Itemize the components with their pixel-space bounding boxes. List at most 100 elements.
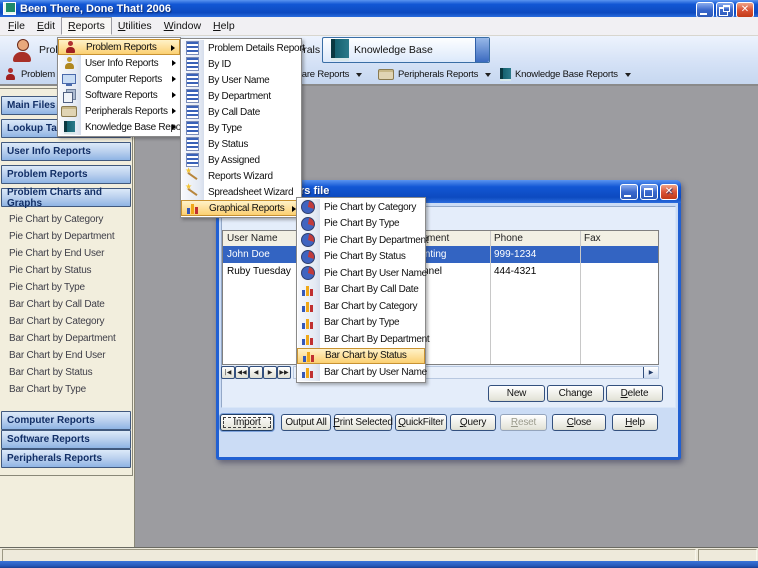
status-bar (0, 547, 758, 561)
nav-fast-forward-button[interactable]: ▶▶ (277, 366, 291, 379)
menu-item-pie-chart-by-department[interactable]: Pie Chart By Department (297, 232, 425, 249)
reset-button[interactable]: Reset (500, 414, 547, 431)
menu-reports[interactable]: Reports (61, 17, 112, 35)
chevron-down-icon (356, 73, 362, 77)
sidebar-section-peripherals-reports[interactable]: Peripherals Reports (1, 449, 131, 468)
menu-item-by-status[interactable]: By Status (181, 136, 301, 152)
sidebar-section-user-info-reports[interactable]: User Info Reports (1, 142, 131, 161)
nav-forward-button[interactable]: ▶ (263, 366, 277, 379)
sidebar-item-pie-chart-by-type[interactable]: Pie Chart by Type (9, 279, 129, 296)
column-header-user-name[interactable]: User Name (223, 231, 302, 246)
users-table[interactable]: User Name Department Phone Fax John Doe … (222, 230, 659, 365)
toolbar-knowledge-base-reports-dropdown[interactable]: Knowledge Base Reports (496, 65, 635, 84)
menu-item-bar-chart-by-category[interactable]: Bar Chart by Category (297, 298, 425, 315)
menu-item-spreadsheet-wizard[interactable]: Spreadsheet Wizard (181, 184, 301, 200)
menu-item-bar-chart-by-department[interactable]: Bar Chart By Department (297, 331, 425, 348)
menu-item-pie-chart-by-user-name[interactable]: Pie Chart By User Name (297, 265, 425, 282)
column-header-phone[interactable]: Phone (490, 231, 584, 246)
menu-item-pie-chart-by-type[interactable]: Pie Chart By Type (297, 216, 425, 233)
menu-item-user-info-reports[interactable]: User Info Reports (58, 55, 180, 71)
menu-item-computer-reports[interactable]: Computer Reports (58, 71, 180, 87)
sidebar-item-bar-chart-by-call-date[interactable]: Bar Chart by Call Date (9, 296, 129, 313)
taskbar-edge (0, 561, 758, 568)
menu-item-by-id[interactable]: By ID (181, 56, 301, 72)
restore-button[interactable] (716, 2, 734, 18)
dialog-title: rs file (300, 185, 329, 197)
menu-item-bar-chart-by-call-date[interactable]: Bar Chart By Call Date (297, 282, 425, 299)
close-button[interactable]: ✕ (736, 2, 754, 18)
print-selected-button[interactable]: Print Selected (334, 414, 392, 431)
dialog-maximize-button[interactable] (640, 184, 658, 200)
sidebar-section-computer-reports[interactable]: Computer Reports (1, 411, 131, 430)
book-icon (331, 39, 349, 61)
menu-item-by-call-date[interactable]: By Call Date (181, 104, 301, 120)
sidebar-item-bar-chart-by-type[interactable]: Bar Chart by Type (9, 381, 129, 398)
scroll-right-arrow[interactable]: ▶ (643, 367, 658, 378)
menu-item-by-user-name[interactable]: By User Name (181, 72, 301, 88)
sidebar: Main Files Lookup Tables User Info Repor… (0, 86, 135, 547)
nav-first-button[interactable]: |◀ (221, 366, 235, 379)
delete-button[interactable]: Delete (606, 385, 663, 402)
sidebar-item-pie-chart-by-department[interactable]: Pie Chart by Department (9, 228, 129, 245)
menu-item-pie-chart-by-category[interactable]: Pie Chart by Category (297, 199, 425, 216)
menu-item-graphical-reports[interactable]: Graphical Reports (181, 200, 301, 216)
sidebar-item-bar-chart-by-status[interactable]: Bar Chart by Status (9, 364, 129, 381)
app-icon (3, 2, 16, 15)
menu-file[interactable]: File (2, 17, 31, 35)
sidebar-item-pie-chart-by-status[interactable]: Pie Chart by Status (9, 262, 129, 279)
menu-item-software-reports[interactable]: Software Reports (58, 87, 180, 103)
report-icon (186, 73, 199, 87)
sidebar-section-software-reports[interactable]: Software Reports (1, 430, 131, 449)
sidebar-item-bar-chart-by-end-user[interactable]: Bar Chart by End User (9, 347, 129, 364)
pie-chart-icon (301, 233, 315, 247)
computer-icon (62, 73, 76, 86)
nav-fast-back-button[interactable]: ◀◀ (235, 366, 249, 379)
menu-help[interactable]: Help (207, 17, 241, 35)
sidebar-item-pie-chart-by-end-user[interactable]: Pie Chart by End User (9, 245, 129, 262)
person-icon (4, 68, 17, 81)
menu-item-by-assigned[interactable]: By Assigned (181, 152, 301, 168)
menu-item-bar-chart-by-user-name[interactable]: Bar Chart by User Name (297, 364, 425, 381)
menu-item-bar-chart-by-type[interactable]: Bar Chart by Type (297, 315, 425, 332)
sidebar-section-problem-reports[interactable]: Problem Reports (1, 165, 131, 184)
menu-window[interactable]: Window (158, 17, 207, 35)
new-button[interactable]: New (488, 385, 545, 402)
table-row-selected[interactable]: John Doe Accounting 999-1234 (223, 246, 658, 263)
sidebar-item-bar-chart-by-category[interactable]: Bar Chart by Category (9, 313, 129, 330)
dialog-close-button[interactable]: ✕ (660, 184, 678, 200)
quickfilter-button[interactable]: QuickFilter (395, 414, 447, 431)
table-row[interactable]: Ruby Tuesday Personnel 444-4321 (223, 263, 658, 280)
change-button[interactable]: Change (547, 385, 604, 402)
column-header-fax[interactable]: Fax (580, 231, 662, 246)
close-button-dialog[interactable]: Close (552, 414, 606, 431)
menu-item-peripherals-reports[interactable]: Peripherals Reports (58, 103, 180, 119)
query-button[interactable]: Query (450, 414, 496, 431)
menu-item-problem-details-report[interactable]: Problem Details Report (181, 40, 301, 56)
menu-item-bar-chart-by-status[interactable]: Bar Chart by Status (297, 348, 425, 365)
menu-item-pie-chart-by-status[interactable]: Pie Chart By Status (297, 249, 425, 266)
menu-item-reports-wizard[interactable]: Reports Wizard (181, 168, 301, 184)
toolbar-peripherals-reports-dropdown[interactable]: Peripherals Reports (374, 65, 495, 84)
menu-item-by-department[interactable]: By Department (181, 88, 301, 104)
users-file-dialog: rs file ✕ User Name Department Phone Fax… (216, 180, 681, 460)
menu-item-knowledge-base-reports[interactable]: Knowledge Base Reports (58, 119, 180, 135)
sidebar-item-pie-chart-by-category[interactable]: Pie Chart by Category (9, 211, 129, 228)
menu-utilities[interactable]: Utilities (112, 17, 158, 35)
chevron-down-icon (485, 73, 491, 77)
minimize-button[interactable] (696, 2, 714, 18)
bar-chart-icon (302, 300, 314, 312)
import-button[interactable]: Import (220, 414, 274, 431)
sidebar-item-bar-chart-by-department[interactable]: Bar Chart by Department (9, 330, 129, 347)
output-all-button[interactable]: Output All (281, 414, 331, 431)
toolbar-knowledge-base-button[interactable]: Knowledge Base (322, 37, 490, 63)
help-button[interactable]: Help (612, 414, 658, 431)
nav-back-button[interactable]: ◀ (249, 366, 263, 379)
report-icon (186, 89, 199, 103)
menu-item-by-type[interactable]: By Type (181, 120, 301, 136)
bar-chart-icon (302, 317, 314, 329)
menu-item-problem-reports[interactable]: Problem Reports (58, 39, 180, 55)
report-icon (186, 153, 199, 167)
menu-edit[interactable]: Edit (31, 17, 61, 35)
sidebar-section-problem-charts-and-graphs[interactable]: Problem Charts and Graphs (1, 188, 131, 207)
dialog-minimize-button[interactable] (620, 184, 638, 200)
